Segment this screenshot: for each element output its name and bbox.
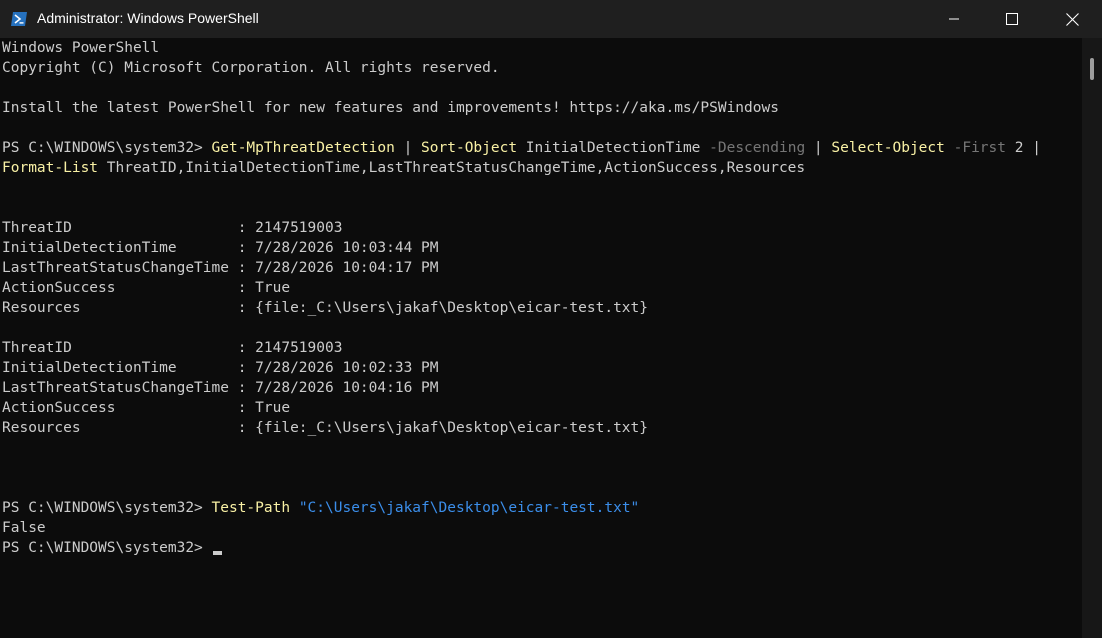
prompt: PS C:\WINDOWS\system32> [2, 540, 212, 556]
result-line: InitialDetectionTime : 7/28/2026 10:03:4… [2, 240, 439, 256]
command-line: PS C:\WINDOWS\system32> Test-Path "C:\Us… [2, 498, 639, 518]
powershell-icon [11, 12, 27, 26]
maximize-icon [1006, 13, 1018, 25]
powershell-window: Administrator: Windows PowerShell Window… [0, 0, 1102, 638]
result-line: LastThreatStatusChangeTime : 7/28/2026 1… [2, 380, 439, 396]
close-button[interactable] [1043, 0, 1101, 38]
string-argument: "C:\Users\jakaf\Desktop\eicar-test.txt" [290, 500, 640, 516]
console-line: Install the latest PowerShell for new fe… [2, 100, 779, 116]
pipe: | [1032, 140, 1041, 156]
result-line: ActionSuccess : True [2, 280, 291, 296]
result-line: ActionSuccess : True [2, 400, 291, 416]
result-line: Resources : {file:_C:\Users\jakaf\Deskto… [2, 420, 649, 436]
pipe: | [394, 140, 422, 156]
cmdlet: Sort-Object [421, 140, 518, 156]
minimize-icon [949, 18, 959, 20]
result-line: ThreatID : 2147519003 [2, 220, 343, 236]
command-line: PS C:\WINDOWS\system32> Get-MpThreatDete… [2, 138, 1041, 158]
cmdlet: Get-MpThreatDetection [211, 140, 395, 156]
vertical-scrollbar[interactable] [1082, 38, 1102, 638]
console-line: Copyright (C) Microsoft Corporation. All… [2, 60, 500, 76]
result-line: ThreatID : 2147519003 [2, 340, 343, 356]
parameter: -First [953, 140, 1006, 156]
text-cursor [212, 551, 222, 555]
minimize-button[interactable] [925, 0, 983, 38]
cmdlet: Test-Path [211, 500, 291, 516]
prompt: PS C:\WINDOWS\system32> [2, 500, 212, 516]
console-line: Windows PowerShell [2, 40, 160, 56]
result-line: InitialDetectionTime : 7/28/2026 10:02:3… [2, 360, 439, 376]
result-line: LastThreatStatusChangeTime : 7/28/2026 1… [2, 260, 439, 276]
scrollbar-thumb[interactable] [1090, 58, 1094, 80]
output-line: False [2, 520, 46, 536]
cmdlet: Select-Object [831, 140, 945, 156]
command-line-continued: Format-List ThreatID,InitialDetectionTim… [2, 158, 805, 178]
pipe: | [805, 140, 832, 156]
active-prompt-line[interactable]: PS C:\WINDOWS\system32> [2, 538, 222, 558]
argument: InitialDetectionTime [517, 140, 710, 156]
title-bar[interactable]: Administrator: Windows PowerShell [0, 0, 1102, 38]
result-line: Resources : {file:_C:\Users\jakaf\Deskto… [2, 300, 649, 316]
parameter: -Descending [709, 140, 806, 156]
console-output[interactable]: Windows PowerShell Copyright (C) Microso… [0, 38, 1082, 638]
cmdlet: Format-List [2, 160, 99, 176]
window-title: Administrator: Windows PowerShell [37, 10, 259, 26]
prompt: PS C:\WINDOWS\system32> [2, 140, 212, 156]
argument: 2 [1006, 140, 1033, 156]
close-icon [1065, 12, 1079, 26]
maximize-button[interactable] [983, 0, 1041, 38]
argument: ThreatID,InitialDetectionTime,LastThreat… [98, 160, 806, 176]
